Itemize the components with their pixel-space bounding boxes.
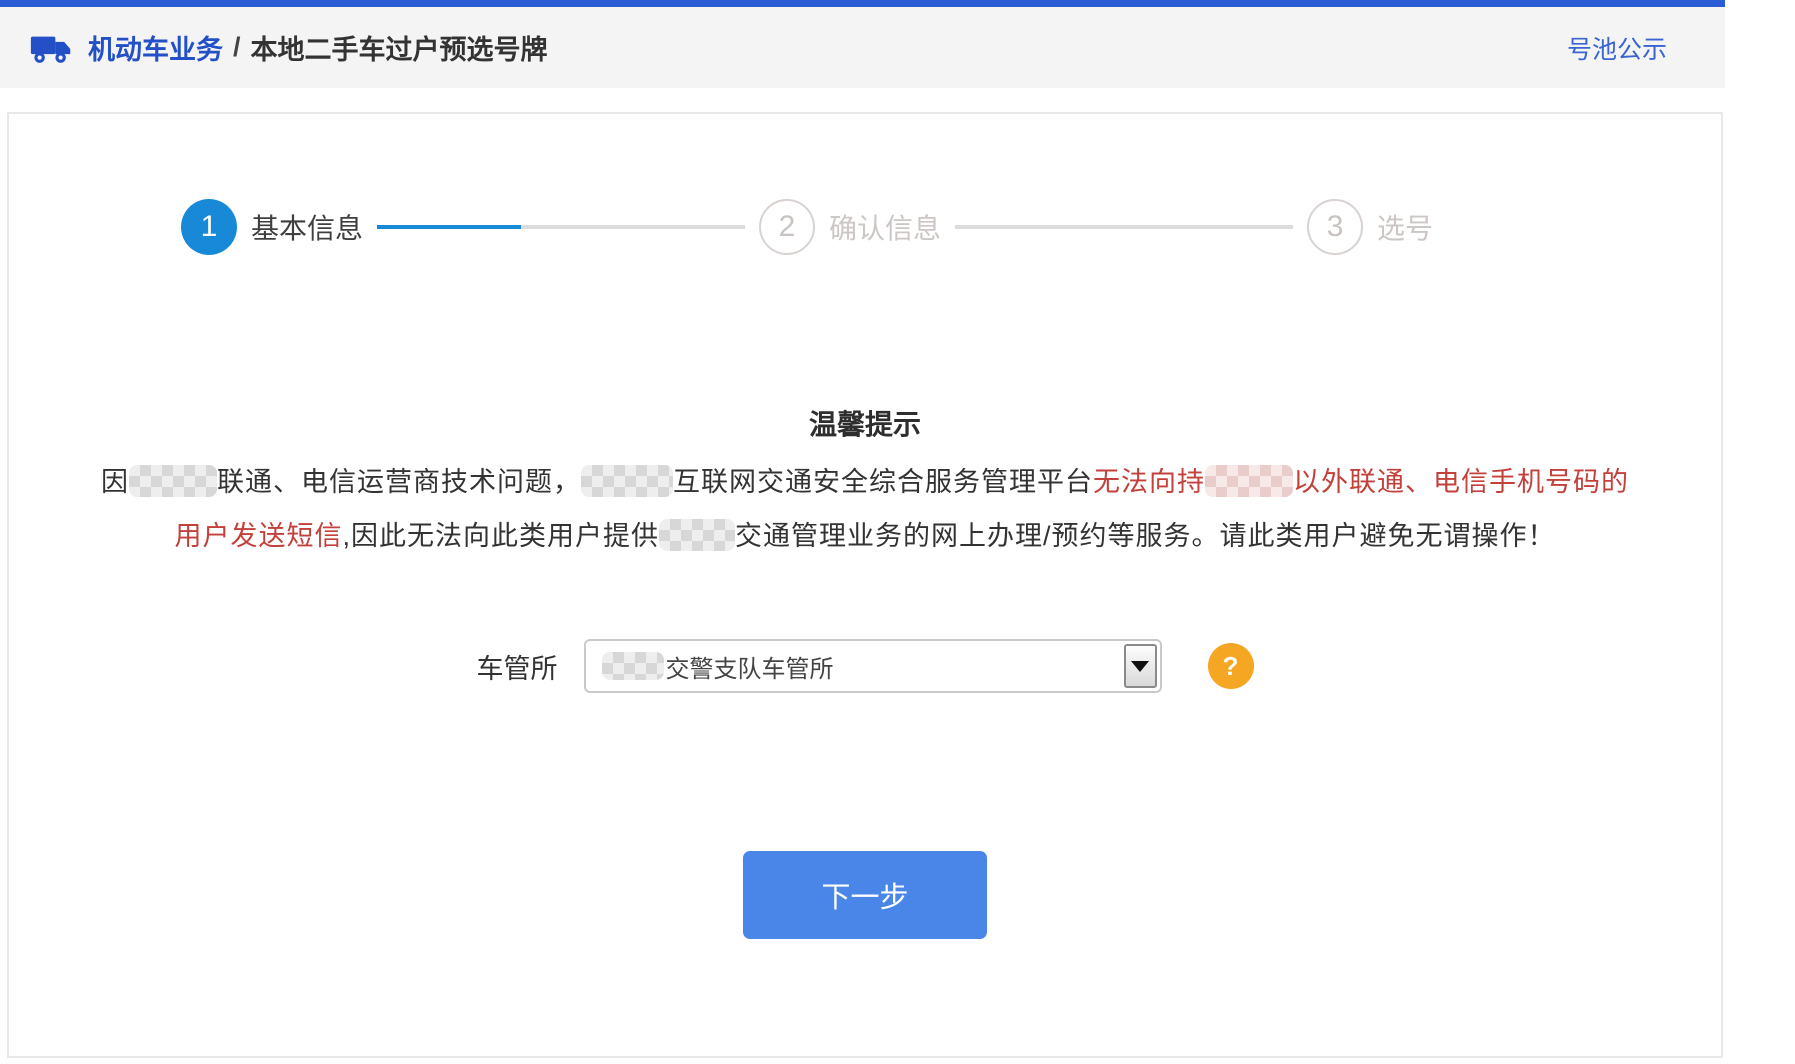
notice-red-seg1: 无法向持 xyxy=(1093,467,1205,497)
notice-red-seg3: 用户发送短信 xyxy=(174,521,342,551)
notice-title: 温馨提示 xyxy=(9,403,1721,443)
dropdown-button[interactable] xyxy=(1124,644,1157,688)
notice-text: 因 联通、电信运营商技术问题， 互联网交通安全综合服务管理平台无法向持 以外联通、电信… xyxy=(45,455,1685,563)
dmv-office-row: 车管所 交警支队车管所 ? xyxy=(9,639,1721,693)
dmv-office-selected-value: 交警支队车管所 xyxy=(602,649,834,684)
number-pool-link[interactable]: 号池公示 xyxy=(1567,30,1667,66)
wizard-stepper: 1 基本信息 2 确认信息 3 选号 xyxy=(9,114,1721,255)
main-panel: 1 基本信息 2 确认信息 3 选号 温馨提示 因 联通、电信运营商技术问题， 互联… xyxy=(7,112,1723,1058)
step-3-circle: 3 xyxy=(1307,199,1363,255)
step-basic-info: 1 基本信息 xyxy=(181,199,363,255)
step-1-label: 基本信息 xyxy=(251,207,363,247)
dmv-office-label: 车管所 xyxy=(477,647,558,686)
redacted-block xyxy=(602,652,664,680)
step-2-circle: 2 xyxy=(759,199,815,255)
step-confirm-info: 2 确认信息 xyxy=(759,199,941,255)
chevron-down-icon xyxy=(1131,661,1149,672)
step-1-circle: 1 xyxy=(181,199,237,255)
redacted-block xyxy=(129,465,217,497)
breadcrumb: 机动车业务 / 本地二手车过户预选号牌 xyxy=(30,28,548,67)
notice-red-seg2: 以外联通、电信手机号码的 xyxy=(1293,467,1629,497)
notice-seg2: 联通、电信运营商技术问题， xyxy=(217,467,581,497)
notice-seg3: 互联网交通安全综合服务管理平台 xyxy=(673,467,1093,497)
redacted-block xyxy=(659,519,735,551)
section-title[interactable]: 机动车业务 xyxy=(88,28,223,67)
next-step-button[interactable]: 下一步 xyxy=(743,851,987,939)
breadcrumb-separator: / xyxy=(233,32,241,63)
redacted-block xyxy=(1205,465,1293,497)
redacted-block xyxy=(581,465,673,497)
dmv-office-select[interactable]: 交警支队车管所 xyxy=(584,639,1162,693)
header-bar: 机动车业务 / 本地二手车过户预选号牌 号池公示 xyxy=(0,0,1725,88)
notice-seg4: ,因此无法向此类用户提供 xyxy=(342,521,659,551)
notice-seg1: 因 xyxy=(101,467,129,497)
dmv-office-value-text: 交警支队车管所 xyxy=(666,649,834,684)
notice-seg5: 交通管理业务的网上办理/预约等服务。请此类用户避免无谓操作！ xyxy=(735,521,1556,551)
step-2-label: 确认信息 xyxy=(829,207,941,247)
step-3-label: 选号 xyxy=(1377,207,1433,247)
help-icon[interactable]: ? xyxy=(1208,643,1254,689)
page: 机动车业务 / 本地二手车过户预选号牌 号池公示 1 基本信息 2 确认信息 3… xyxy=(0,0,1725,1058)
step-progress-fill xyxy=(377,225,521,229)
page-title: 本地二手车过户预选号牌 xyxy=(251,28,548,67)
truck-icon xyxy=(30,31,72,65)
step-connector-1 xyxy=(377,225,745,229)
step-connector-2 xyxy=(955,225,1293,229)
step-pick-number: 3 选号 xyxy=(1307,199,1433,255)
